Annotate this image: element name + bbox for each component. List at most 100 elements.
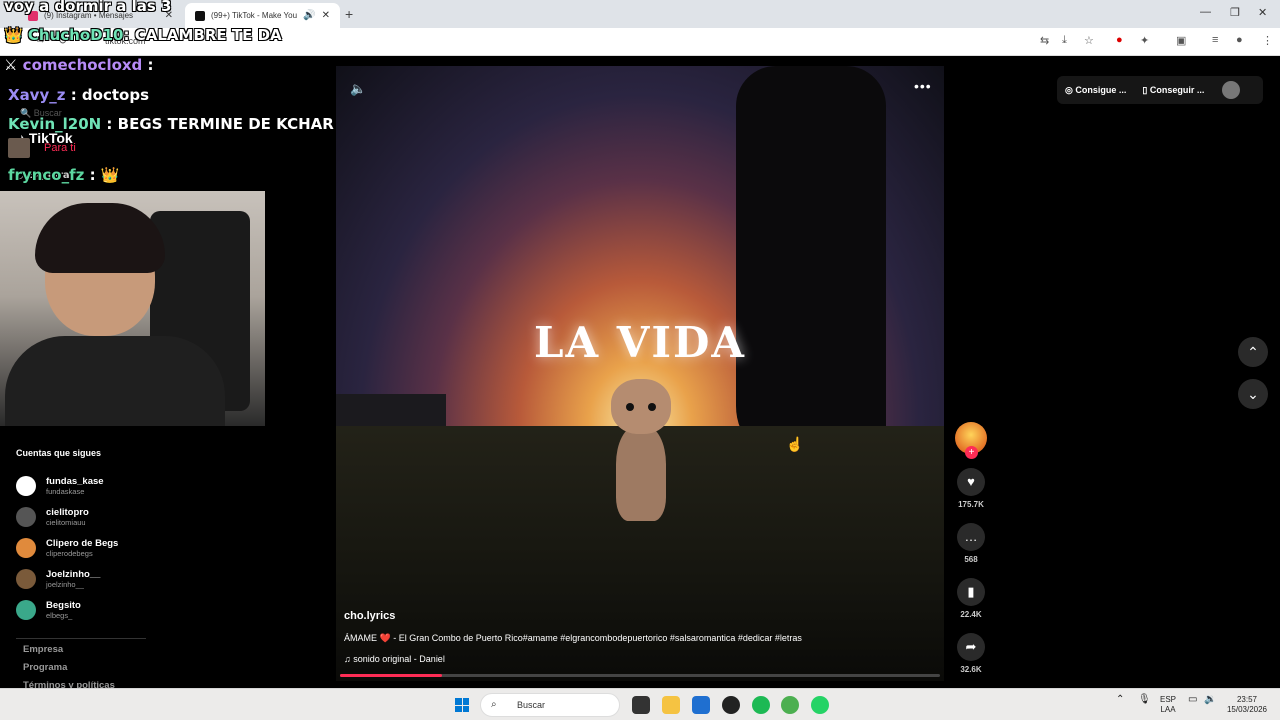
footer-link-program[interactable]: Programa <box>23 662 115 680</box>
cat-body <box>616 426 666 521</box>
mic-icon[interactable]: 🎙 <box>1138 695 1151 705</box>
user-avatar[interactable] <box>1222 81 1241 99</box>
following-user: joelzinho__ <box>46 579 84 589</box>
streamer-body <box>5 336 225 426</box>
store-icon[interactable] <box>692 696 710 714</box>
whatsapp-icon[interactable] <box>811 696 829 714</box>
share-button[interactable]: ➦ 32.6K <box>955 633 987 674</box>
file-explorer-icon[interactable] <box>662 696 680 714</box>
date: 15/03/2026 <box>1226 705 1268 714</box>
profile-icon[interactable]: ● <box>1236 34 1243 46</box>
more-options-icon[interactable]: ••• <box>914 78 932 94</box>
minimize-icon[interactable]: — <box>1200 6 1211 18</box>
video-author[interactable]: cho.lyrics <box>344 610 395 622</box>
chat-msg: : <box>84 166 96 184</box>
get-app-label: Conseguir ... <box>1149 84 1205 95</box>
overlay-line-5: Kevin_l20N : BEGS TERMINE DE KCHAR <box>8 115 334 133</box>
video-description: ÁMAME ❤️ - El Gran Combo de Puerto Rico#… <box>344 633 802 643</box>
chat-user: Kevin_l20N <box>8 115 102 133</box>
sidebar-icon[interactable]: ▣ <box>1176 34 1186 47</box>
overlay-line-1: voy a dormir a las 3 <box>4 0 172 15</box>
follow-plus-icon[interactable]: + <box>965 446 978 459</box>
tray-chevron-icon[interactable]: ⌃ <box>1116 695 1124 705</box>
app-icon[interactable] <box>722 696 740 714</box>
clock[interactable]: 23:57 15/03/2026 <box>1222 695 1272 715</box>
video-player[interactable]: LA VIDA 🔈 ••• cho.lyrics ÁMAME ❤️ - El G… <box>336 66 944 681</box>
chrome-icon[interactable] <box>781 696 799 714</box>
divider <box>16 638 146 639</box>
for-you-thumb <box>8 138 30 158</box>
following-list: fundas_kase fundaskase cielitopro cielitom… <box>16 470 118 625</box>
following-name: Joelzinho__ <box>46 568 101 580</box>
tab-strip: (9) Instagram • Mensajes ✕ (99+) TikTok … <box>0 0 1280 28</box>
get-coins-button[interactable]: ◎ Consigue ... <box>1057 85 1134 96</box>
taskview-icon[interactable] <box>632 696 650 714</box>
following-user: cliperodebegs <box>46 548 93 558</box>
following-item[interactable]: Clipero de Begs cliperodebegs <box>16 532 118 563</box>
opera-icon[interactable]: ● <box>1116 34 1123 46</box>
sidebar-item-for-you[interactable]: Para ti <box>8 138 76 158</box>
for-you-label: Para ti <box>44 142 76 154</box>
chat-msg: : doctops <box>65 86 150 104</box>
avatar <box>16 599 36 620</box>
start-icon[interactable] <box>455 698 469 712</box>
next-video-button[interactable]: ⌄ <box>1238 379 1268 409</box>
following-name: fundas_kase <box>46 475 104 487</box>
video-sound[interactable]: ♫ sonido original - Daniel <box>344 654 445 664</box>
overlay-line-3: ⚔ comechocloxd : <box>4 56 154 74</box>
following-item[interactable]: cielitopro cielitomiauu <box>16 501 118 532</box>
chat-user: Xavy_z <box>8 86 66 104</box>
following-item[interactable]: fundas_kase fundaskase <box>16 470 118 501</box>
overlay-line-6: frynco_fz : 👑 <box>8 166 120 184</box>
chat-user: frynco_fz <box>8 166 85 184</box>
taskbar-search[interactable]: ⌕ Buscar <box>480 693 620 717</box>
get-app-button[interactable]: ▯ Conseguir ... <box>1134 85 1212 96</box>
cat-eye <box>626 403 634 411</box>
menu-icon[interactable]: ⋮ <box>1262 34 1273 47</box>
heart-icon: ♥ <box>957 468 985 496</box>
translate-icon[interactable]: ⇆ <box>1040 34 1049 47</box>
new-tab-button[interactable]: + <box>345 6 353 22</box>
maximize-icon[interactable]: ❐ <box>1230 6 1240 19</box>
avatar <box>16 506 36 527</box>
bookmark-star-icon[interactable]: ☆ <box>1084 34 1094 47</box>
close-window-icon[interactable]: ✕ <box>1258 6 1267 19</box>
search-icon: ⌕ <box>491 699 497 710</box>
keyboard-lang[interactable]: ESP LAA <box>1160 695 1176 715</box>
install-icon[interactable]: ⤓ <box>1062 34 1067 47</box>
chat-msg: : BEGS TERMINE DE KCHAR <box>101 115 334 133</box>
footer-link-company[interactable]: Empresa <box>23 644 115 662</box>
chat-user: ChuchoD10 <box>27 26 124 44</box>
extensions-icon[interactable]: ✦ <box>1140 34 1149 47</box>
comment-button[interactable]: … 568 <box>955 523 987 564</box>
progress-fill <box>340 674 442 677</box>
spotify-icon[interactable] <box>752 696 770 714</box>
following-item[interactable]: Begsito elbegs_ <box>16 594 118 625</box>
tab-title: (99+) TikTok - Make Your Day <box>211 11 298 20</box>
cat-eye <box>648 403 656 411</box>
volume-icon[interactable]: 🔈 <box>350 81 366 97</box>
save-button[interactable]: ▮ 22.4K <box>955 578 987 619</box>
playlist-icon[interactable]: ≡ <box>1212 34 1218 46</box>
network-icon[interactable]: ▭ <box>1188 695 1197 705</box>
tiktok-page: ♪ TikTok 🔍 Buscar Para ti ◴ Explorar Cue… <box>0 56 1280 691</box>
following-name: cielitopro <box>46 506 89 518</box>
close-tab-icon[interactable]: ✕ <box>322 10 330 21</box>
comment-count: 568 <box>964 555 978 564</box>
action-rail: + ♥ 175.7K … 568 ▮ 22.4K ➦ 32.6K <box>955 422 987 674</box>
tiktok-icon <box>195 10 205 21</box>
video-overlay-text: LA VIDA <box>534 318 746 367</box>
following-user: elbegs_ <box>46 610 73 620</box>
creator-avatar[interactable]: + <box>955 422 987 459</box>
following-item[interactable]: Joelzinho__ joelzinho__ <box>16 563 118 594</box>
tab-tiktok[interactable]: (99+) TikTok - Make Your Day 🔊 ✕ <box>185 3 340 28</box>
mute-tab-icon[interactable]: 🔊 <box>303 10 315 21</box>
video-progress-bar[interactable] <box>340 674 940 677</box>
taskbar-search-label: Buscar <box>517 700 546 710</box>
avatar <box>16 537 36 558</box>
following-user: cielitomiauu <box>46 517 86 527</box>
previous-video-button[interactable]: ⌃ <box>1238 337 1268 367</box>
like-button[interactable]: ♥ 175.7K <box>955 468 987 509</box>
share-icon: ➦ <box>957 633 985 661</box>
volume-tray-icon[interactable]: 🔉 <box>1204 695 1216 705</box>
